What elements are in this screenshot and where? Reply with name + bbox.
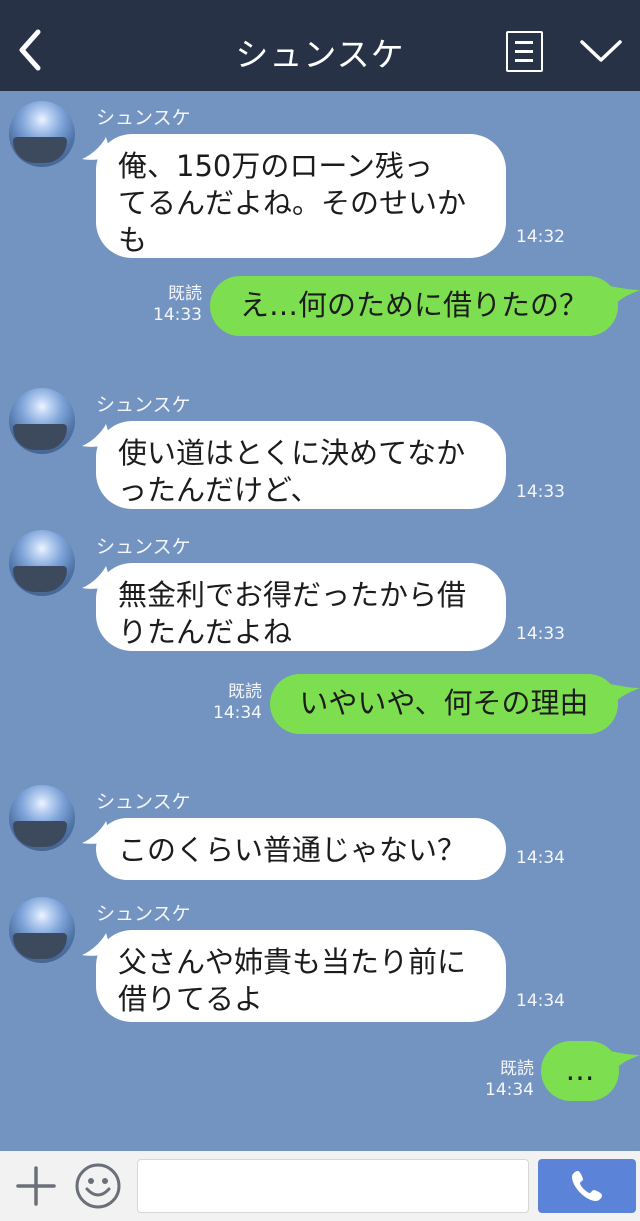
avatar[interactable] bbox=[9, 388, 75, 454]
incoming-bubble[interactable]: 俺、150万のローン残っ てるんだよね。そのせいか も bbox=[96, 134, 506, 258]
message-time: 14:34 bbox=[516, 848, 565, 868]
incoming-bubble[interactable]: 無金利でお得だったから借 りたんだよね bbox=[96, 563, 506, 651]
input-bar bbox=[0, 1151, 640, 1221]
sender-name: シュンスケ bbox=[96, 107, 191, 129]
bubble-tail bbox=[610, 1051, 640, 1071]
chat-header: シュンスケ bbox=[0, 0, 640, 91]
outgoing-bubble[interactable]: … bbox=[541, 1041, 619, 1101]
message-time: 14:33 bbox=[516, 482, 565, 502]
avatar[interactable] bbox=[9, 897, 75, 963]
sender-name: シュンスケ bbox=[96, 791, 191, 813]
emoji-icon[interactable] bbox=[74, 1162, 122, 1210]
message-time: 14:32 bbox=[516, 227, 565, 247]
sender-name: シュンスケ bbox=[96, 903, 191, 925]
message-time: 14:34 bbox=[516, 991, 565, 1011]
bubble-tail bbox=[610, 286, 640, 306]
message-input[interactable] bbox=[137, 1159, 529, 1213]
read-status: 既読 14:34 bbox=[485, 1059, 534, 1100]
incoming-bubble[interactable]: 父さんや姉貴も当たり前に 借りてるよ bbox=[96, 930, 506, 1022]
read-status: 既読 14:34 bbox=[213, 682, 262, 723]
phone-icon bbox=[572, 1171, 602, 1201]
bubble-tail bbox=[610, 684, 640, 704]
menu-icon[interactable] bbox=[506, 31, 543, 72]
chat-area[interactable]: シュンスケ 俺、150万のローン残っ てるんだよね。そのせいか も 14:32 … bbox=[0, 91, 640, 1151]
chevron-down-icon[interactable] bbox=[578, 36, 624, 66]
call-button[interactable] bbox=[538, 1159, 636, 1213]
outgoing-bubble[interactable]: え…何のために借りたの？ bbox=[210, 276, 618, 336]
plus-icon[interactable] bbox=[14, 1164, 58, 1208]
avatar[interactable] bbox=[9, 101, 75, 167]
sender-name: シュンスケ bbox=[96, 536, 191, 558]
outgoing-bubble[interactable]: いやいや、何その理由 bbox=[270, 674, 618, 734]
avatar[interactable] bbox=[9, 785, 75, 851]
read-status: 既読 14:33 bbox=[153, 284, 202, 325]
message-time: 14:33 bbox=[516, 624, 565, 644]
page-title: シュンスケ bbox=[235, 35, 405, 74]
sender-name: シュンスケ bbox=[96, 394, 191, 416]
incoming-bubble[interactable]: このくらい普通じゃない？ bbox=[96, 818, 506, 880]
incoming-bubble[interactable]: 使い道はとくに決めてなか ったんだけど、 bbox=[96, 421, 506, 509]
avatar[interactable] bbox=[9, 530, 75, 596]
